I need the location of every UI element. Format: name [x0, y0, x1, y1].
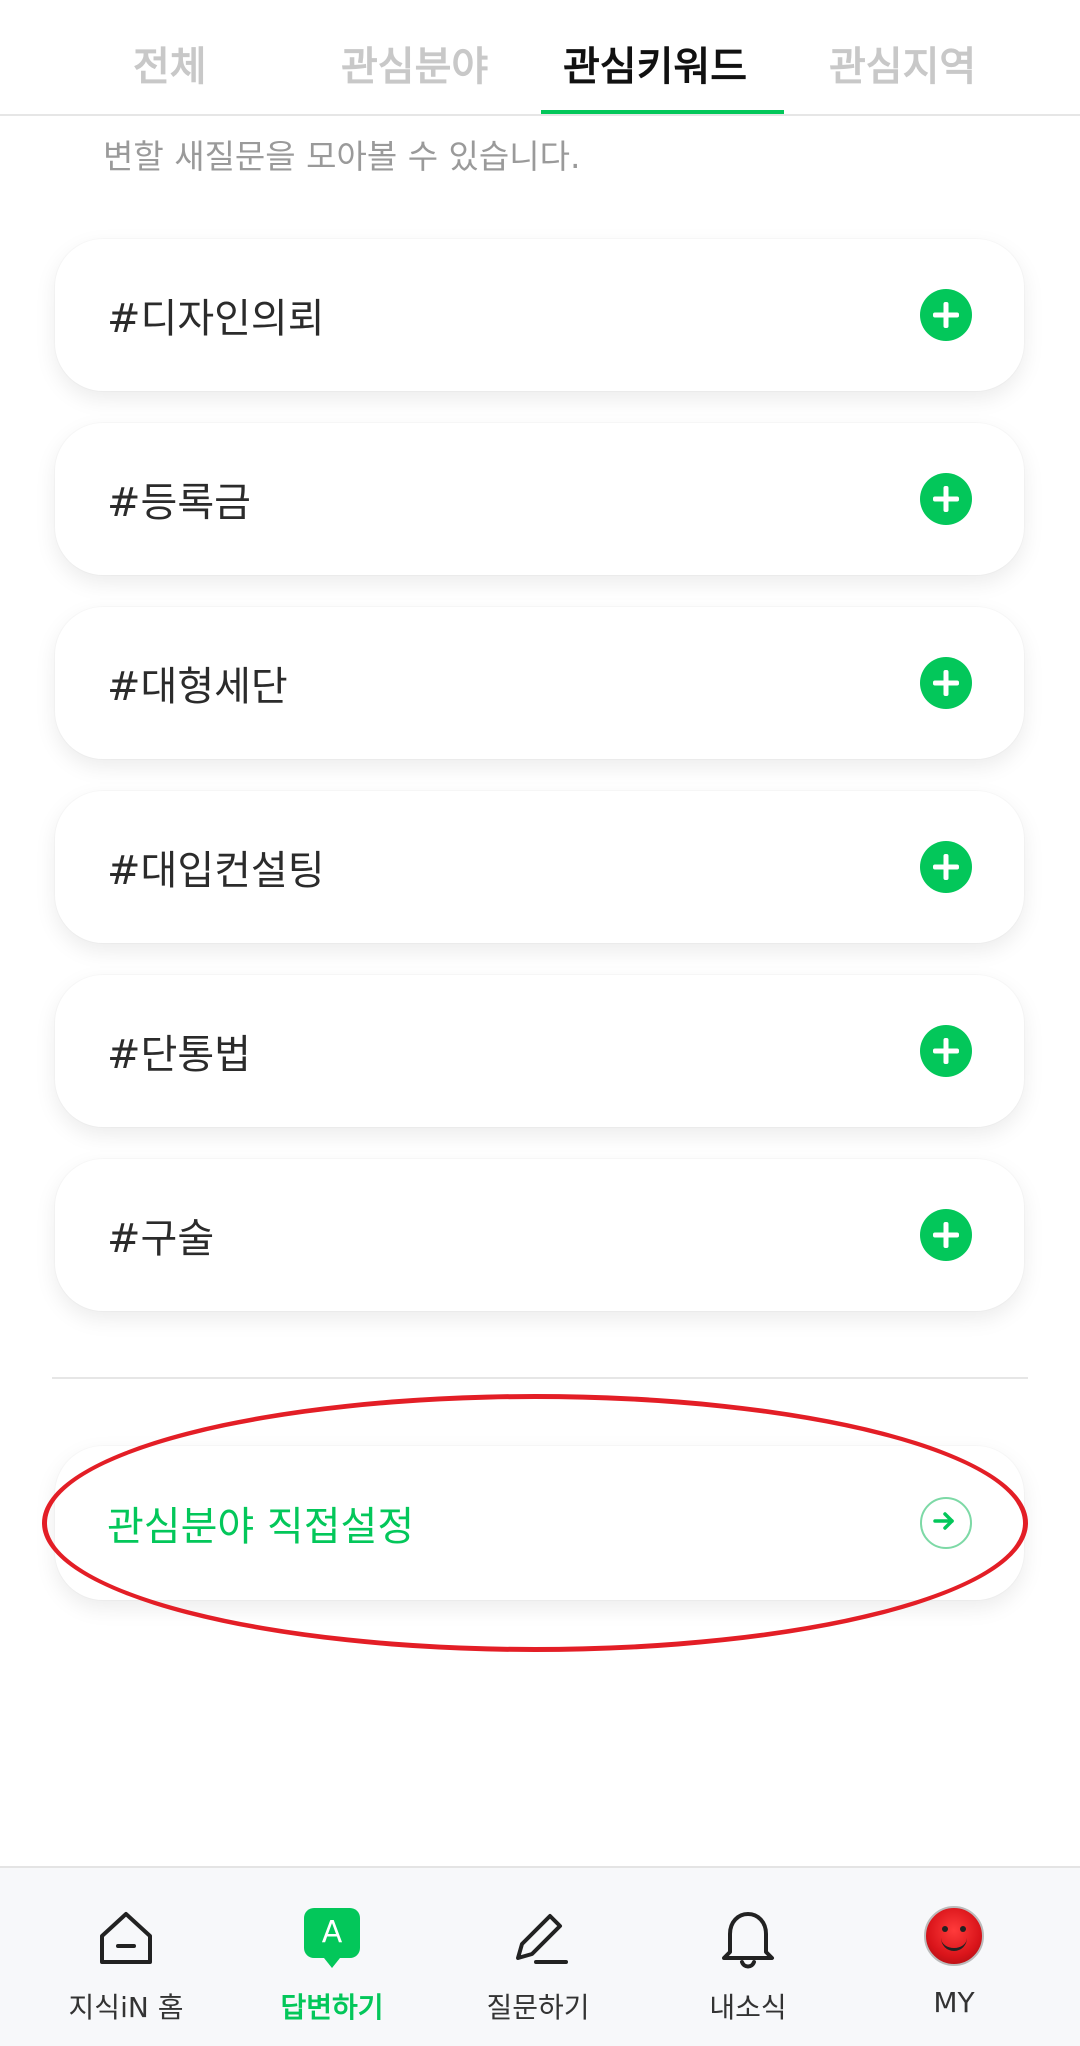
tab-interest-field[interactable]: 관심분야 [341, 34, 488, 92]
direct-setting-label: 관심분야 직접설정 [107, 1504, 415, 1550]
plus-circle-icon[interactable] [920, 1025, 972, 1077]
plus-circle-icon[interactable] [920, 1209, 972, 1261]
top-tab-bar: 전체 관심분야 관심키워드 관심지역 [0, 0, 1080, 116]
pencil-icon [516, 1914, 568, 1964]
nav-news[interactable]: 내소식 [640, 1868, 856, 2046]
nav-label: 답변하기 [280, 1991, 384, 2024]
direct-setting-button[interactable]: 관심분야 직접설정 [55, 1446, 1024, 1600]
section-description: 변할 새질문을 모아볼 수 있습니다. [103, 137, 581, 176]
nav-home[interactable]: 지식iN 홈 [18, 1868, 234, 2046]
plus-circle-icon[interactable] [920, 841, 972, 893]
arrow-right-circle-icon [920, 1497, 972, 1549]
plus-circle-icon[interactable] [920, 657, 972, 709]
bottom-navigation: 지식iN 홈 A 답변하기 질문하기 내소식 MY [0, 1866, 1080, 2046]
keyword-card[interactable]: #대입컨설팅 [55, 791, 1024, 943]
keyword-label: #구술 [107, 1216, 215, 1262]
active-tab-indicator [541, 110, 784, 114]
keyword-label: #대형세단 [107, 664, 288, 710]
tab-interest-keyword[interactable]: 관심키워드 [563, 34, 747, 92]
bell-icon [722, 1912, 774, 1969]
keyword-label: #디자인의뢰 [107, 296, 325, 342]
plus-circle-icon[interactable] [920, 289, 972, 341]
section-divider [52, 1377, 1028, 1379]
keyword-card[interactable]: #구술 [55, 1159, 1024, 1311]
avatar [924, 1906, 984, 1966]
nav-ask[interactable]: 질문하기 [430, 1868, 646, 2046]
keyword-label: #대입컨설팅 [107, 848, 325, 894]
nav-label: MY [933, 1986, 975, 2019]
answer-badge-icon: A [304, 1908, 360, 1958]
tab-interest-region[interactable]: 관심지역 [829, 34, 976, 92]
keyword-card[interactable]: #단통법 [55, 975, 1024, 1127]
keyword-card[interactable]: #등록금 [55, 423, 1024, 575]
nav-label: 내소식 [709, 1991, 787, 2024]
plus-circle-icon[interactable] [920, 473, 972, 525]
nav-answer[interactable]: A 답변하기 [224, 1868, 440, 2046]
nav-label: 지식iN 홈 [68, 1991, 184, 2024]
tab-all[interactable]: 전체 [133, 34, 207, 92]
keyword-label: #단통법 [107, 1032, 251, 1078]
keyword-card[interactable]: #디자인의뢰 [55, 239, 1024, 391]
home-icon [100, 1912, 152, 1964]
keyword-label: #등록금 [107, 480, 251, 526]
keyword-card[interactable]: #대형세단 [55, 607, 1024, 759]
nav-my[interactable]: MY [846, 1868, 1062, 2046]
nav-label: 질문하기 [486, 1991, 590, 2024]
